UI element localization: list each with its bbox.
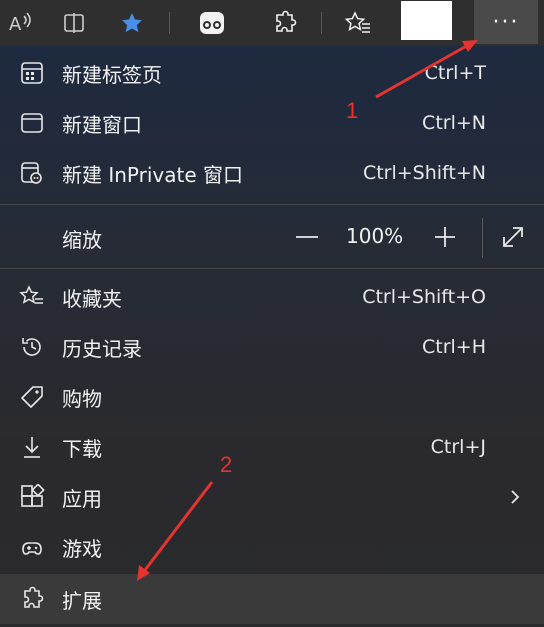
download-icon: [18, 433, 46, 461]
menu-separator: [0, 268, 544, 269]
extensions-icon: [18, 585, 46, 613]
menu-item-shortcut: Ctrl+Shift+O: [362, 286, 486, 308]
favorite-star-icon[interactable]: [118, 9, 146, 37]
menu-separator: [0, 204, 544, 205]
menu-item-downloads[interactable]: 下载 Ctrl+J: [0, 422, 544, 472]
zoom-level: 100%: [346, 224, 404, 248]
menu-item-games[interactable]: 游戏: [0, 522, 544, 572]
menu-item-shortcut: Ctrl+Shift+N: [362, 162, 486, 184]
menu-item-label: 购物: [62, 386, 102, 411]
favorites-icon: [18, 283, 46, 311]
read-aloud-icon[interactable]: A: [6, 9, 34, 37]
new-tab-icon: [18, 59, 46, 87]
zoom-label: 缩放: [62, 228, 102, 252]
menu-item-label: 收藏夹: [62, 286, 122, 311]
profile-button[interactable]: [401, 1, 452, 40]
menu-item-label: 下载: [62, 436, 102, 461]
menu-item-new-window[interactable]: 新建窗口 Ctrl+N: [0, 98, 544, 148]
chevron-right-icon: [508, 487, 522, 507]
more-icon: ···: [492, 9, 520, 35]
history-icon: [18, 333, 46, 361]
menu-item-new-tab[interactable]: 新建标签页 Ctrl+T: [0, 48, 544, 98]
zoom-row: 缩放 100%: [0, 212, 544, 264]
zoom-out-button[interactable]: [292, 220, 322, 254]
menu-item-label: 游戏: [62, 536, 102, 561]
menu-item-favorites[interactable]: 收藏夹 Ctrl+Shift+O: [0, 272, 544, 322]
toolbar-divider: [321, 12, 322, 34]
favorites-icon[interactable]: [344, 9, 372, 37]
menu-item-shopping[interactable]: 购物: [0, 372, 544, 422]
shopping-tag-icon: [18, 383, 46, 411]
menu-item-label: 历史记录: [62, 336, 142, 361]
menu-item-label: 应用: [62, 486, 102, 511]
inprivate-icon: [18, 159, 46, 187]
menu-item-shortcut: Ctrl+J: [430, 436, 486, 458]
toolbar-divider: [169, 12, 170, 34]
settings-menu: 新建标签页 Ctrl+T 新建窗口 Ctrl+N 新建 InPrivate 窗口…: [0, 46, 544, 627]
game-controller-icon[interactable]: [198, 9, 226, 37]
new-window-icon: [18, 109, 46, 137]
menu-item-apps[interactable]: 应用: [0, 472, 544, 522]
settings-and-more-button[interactable]: ···: [474, 0, 538, 44]
menu-item-shortcut: Ctrl+N: [422, 112, 486, 134]
split-screen-icon[interactable]: [60, 9, 88, 37]
annotation-number-2: 2: [220, 452, 233, 477]
menu-item-history[interactable]: 历史记录 Ctrl+H: [0, 322, 544, 372]
menu-item-shortcut: Ctrl+H: [421, 336, 486, 358]
zoom-in-button[interactable]: [430, 220, 460, 254]
menu-item-label: 扩展: [62, 588, 102, 613]
svg-text:A: A: [9, 14, 22, 35]
annotation-number-1: 1: [346, 98, 359, 123]
menu-item-extensions[interactable]: 扩展: [0, 574, 544, 624]
apps-icon: [18, 483, 46, 511]
fullscreen-icon[interactable]: [498, 222, 528, 252]
extensions-puzzle-icon[interactable]: [270, 9, 298, 37]
games-icon: [18, 533, 46, 561]
browser-toolbar: A ···: [0, 0, 544, 46]
zoom-divider: [482, 218, 483, 258]
menu-item-label: 新建窗口: [62, 112, 142, 137]
menu-item-shortcut: Ctrl+T: [424, 62, 486, 84]
menu-item-label: 新建标签页: [62, 62, 162, 87]
menu-item-new-inprivate-window[interactable]: 新建 InPrivate 窗口 Ctrl+Shift+N: [0, 148, 544, 198]
menu-item-label: 新建 InPrivate 窗口: [62, 162, 244, 187]
